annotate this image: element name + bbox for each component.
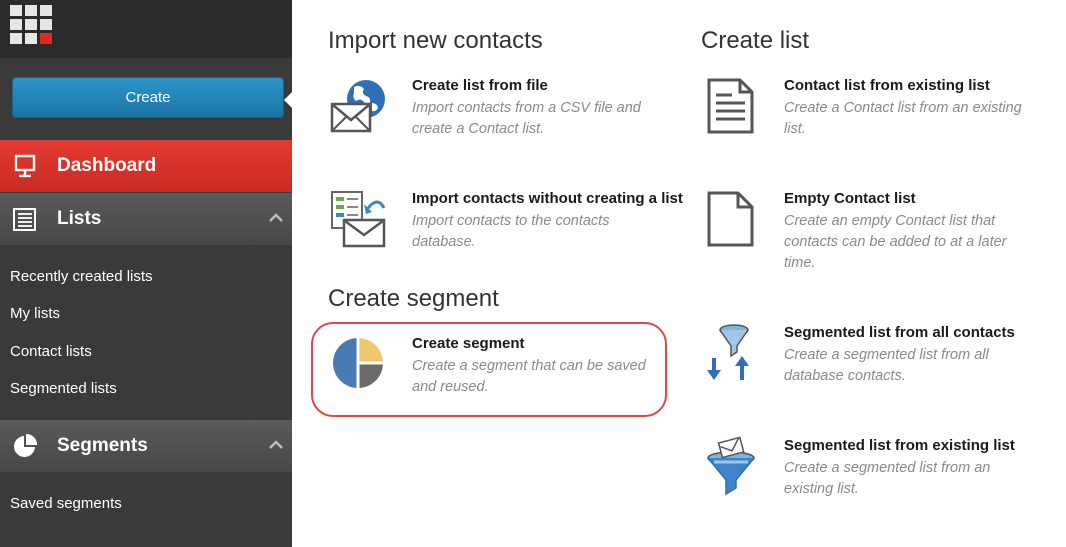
empty-contact-list-option[interactable]: Empty Contact list Create an empty Conta… (784, 190, 1054, 280)
funnel-arrows-icon[interactable] (704, 322, 758, 382)
option-description: Create a segmented list from all databas… (784, 347, 989, 384)
document-lines-icon[interactable] (706, 77, 756, 135)
option-description: Create an empty Contact list that contac… (784, 213, 1007, 271)
option-title: Create segment (412, 335, 525, 352)
chevron-up-icon[interactable] (268, 438, 284, 450)
option-description: Import contacts from a CSV file and crea… (412, 100, 641, 137)
empty-document-icon[interactable] (706, 190, 756, 248)
create-list-section-title: Create list (701, 27, 810, 54)
list-icon (13, 208, 36, 231)
app-logo-icon[interactable] (10, 5, 52, 45)
option-description: Create a Contact list from an existing l… (784, 100, 1022, 137)
globe-envelope-icon[interactable] (330, 77, 388, 135)
funnel-envelope-icon[interactable] (704, 436, 758, 496)
option-description: Import contacts to the contacts database… (412, 213, 610, 250)
create-segment-option[interactable]: Create segment Create a segment that can… (412, 335, 662, 405)
option-title: Empty Contact list (784, 190, 916, 207)
option-description: Create a segmented list from an existing… (784, 460, 991, 497)
main-content: Import new contacts Create list Create s… (292, 0, 1066, 547)
nav-segments[interactable]: Segments (0, 420, 292, 472)
logo-bar (0, 0, 292, 58)
sidebar: Create Dashboard Lists Recently created … (0, 0, 292, 547)
option-description: Create a segment that can be saved and r… (412, 358, 646, 395)
segmented-list-from-all-option[interactable]: Segmented list from all contacts Create … (784, 324, 1054, 394)
sidebar-item-segmented-lists[interactable]: Segmented lists (10, 380, 117, 397)
segments-submenu: Saved segments (0, 472, 292, 547)
lists-submenu: Recently created lists My lists Contact … (0, 245, 292, 420)
sidebar-item-recently-created-lists[interactable]: Recently created lists (10, 268, 153, 285)
nav-lists[interactable]: Lists (0, 193, 292, 245)
option-title: Segmented list from all contacts (784, 324, 1015, 341)
chevron-up-icon[interactable] (268, 211, 284, 223)
create-area: Create (0, 58, 292, 140)
create-button[interactable]: Create (12, 77, 284, 118)
nav-lists-label: Lists (57, 208, 102, 229)
sidebar-item-saved-segments[interactable]: Saved segments (10, 495, 122, 512)
sidebar-item-contact-lists[interactable]: Contact lists (10, 343, 92, 360)
option-title: Segmented list from existing list (784, 437, 1015, 454)
option-title: Import contacts without creating a list (412, 190, 683, 207)
nav-dashboard-label: Dashboard (57, 155, 157, 176)
sidebar-item-my-lists[interactable]: My lists (10, 305, 60, 322)
create-segment-section-title: Create segment (328, 285, 499, 312)
option-title: Create list from file (412, 77, 548, 94)
dashboard-icon (14, 154, 36, 178)
import-contacts-icon[interactable] (330, 190, 388, 248)
active-notch (284, 92, 292, 108)
import-without-list-option[interactable]: Import contacts without creating a list … (412, 190, 712, 260)
contact-list-from-existing-option[interactable]: Contact list from existing list Create a… (784, 77, 1054, 147)
segmented-list-from-existing-option[interactable]: Segmented list from existing list Create… (784, 437, 1054, 507)
nav-segments-label: Segments (57, 435, 148, 456)
pie-chart-icon (14, 433, 38, 457)
nav-dashboard[interactable]: Dashboard (0, 140, 292, 192)
option-title: Contact list from existing list (784, 77, 990, 94)
pie-chart-icon[interactable] (330, 335, 386, 391)
create-list-from-file-option[interactable]: Create list from file Import contacts fr… (412, 77, 662, 147)
import-section-title: Import new contacts (328, 27, 543, 54)
